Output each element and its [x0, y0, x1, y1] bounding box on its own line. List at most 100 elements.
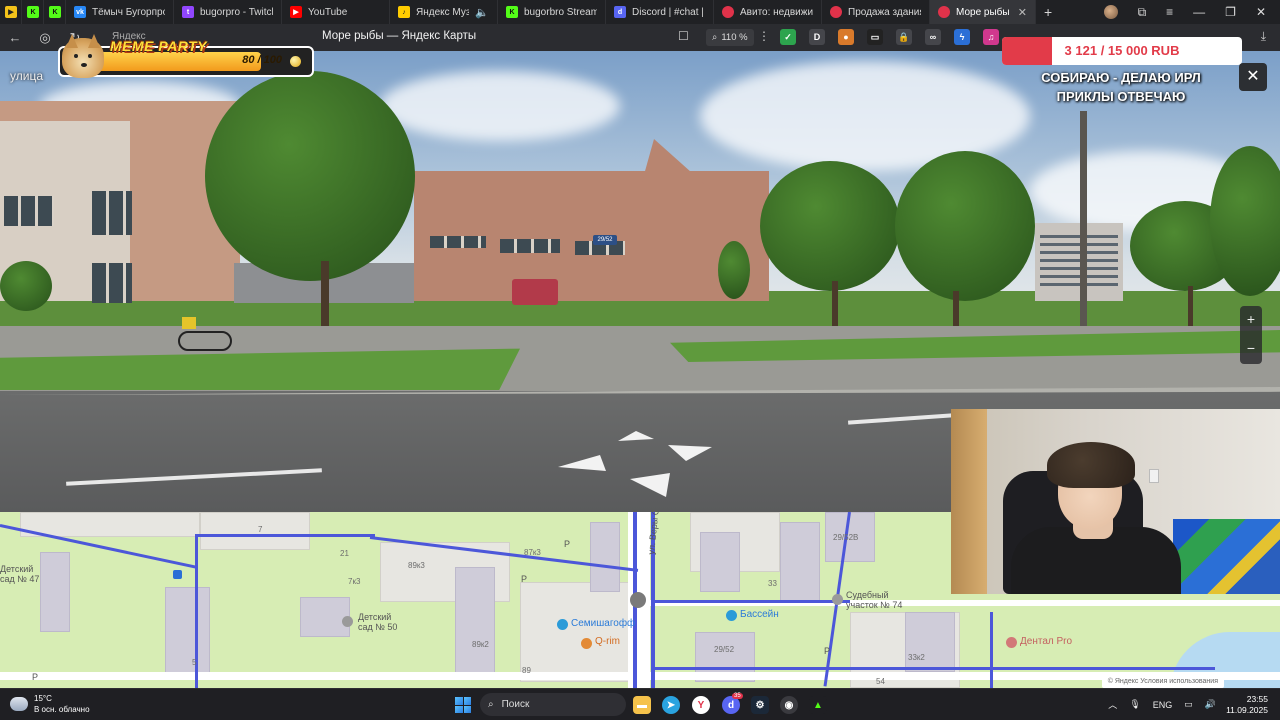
glasses-extension-icon[interactable]: ∞: [925, 29, 941, 45]
viewpoint-marker-icon[interactable]: [630, 592, 646, 608]
close-window-icon[interactable]: ✕: [1256, 5, 1266, 19]
kick-extension-icon[interactable]: ▭: [867, 29, 883, 45]
taskbar-search[interactable]: ⌕ Поиск: [480, 693, 626, 716]
court-pin-icon[interactable]: [832, 594, 843, 605]
weather-text: 15°C В осн. облачно: [34, 693, 90, 715]
house-number: 29/52: [714, 645, 735, 654]
music-extension-icon[interactable]: ♫: [983, 29, 999, 45]
tab-label: bugorpro - Twitch: [200, 6, 273, 18]
nav-arrow-right-icon[interactable]: [668, 445, 712, 461]
d-extension-icon[interactable]: D: [809, 29, 825, 45]
steam-icon[interactable]: ⚙: [751, 696, 769, 714]
tab-avito-2[interactable]: Продажа здания б: [822, 0, 930, 24]
house-number: 29/52В: [833, 533, 859, 542]
zoom-indicator[interactable]: ⌕ 110 %: [706, 29, 754, 46]
discord-icon: d: [614, 6, 626, 18]
tab-label: Авито: недвижимо: [740, 6, 813, 18]
parking-label: P: [521, 574, 528, 584]
shield-extension-icon[interactable]: ✓: [780, 29, 796, 45]
tab-kick-stream[interactable]: Kbugorbro Stream: [498, 0, 606, 24]
light-switch: [1149, 469, 1159, 483]
tab-yandex-music[interactable]: ♪ Яндекс Музыка 🔈: [390, 0, 498, 24]
tab-youtube[interactable]: ▶ YouTube: [282, 0, 390, 24]
house-number: 54: [876, 677, 885, 686]
tab-pinned-3[interactable]: K: [44, 0, 66, 24]
clock[interactable]: 23:55 11.09.2025: [1226, 694, 1268, 716]
new-tab-button[interactable]: +: [1036, 0, 1060, 24]
kindergarten-pin-icon[interactable]: [342, 616, 353, 627]
cookie-extension-icon[interactable]: ●: [838, 29, 854, 45]
more-options-icon[interactable]: ⋮: [758, 29, 770, 43]
map-building: [40, 552, 70, 632]
microphone-icon[interactable]: 🎙: [1129, 699, 1140, 710]
tab-avito-1[interactable]: Авито: недвижимо: [714, 0, 822, 24]
protect-icon[interactable]: ◎: [30, 30, 60, 46]
lock-extension-icon[interactable]: 🔒: [896, 29, 912, 45]
map-label: Детский сад № 47: [0, 564, 40, 584]
route-line: [655, 600, 850, 603]
close-tab-icon[interactable]: ✕: [1018, 6, 1027, 19]
tab-label: Продажа здания б: [848, 6, 921, 18]
map-block: [200, 512, 310, 550]
pool-pin-icon[interactable]: [726, 610, 737, 621]
nav-arrow-left-icon[interactable]: [558, 455, 606, 471]
file-explorer-icon[interactable]: ▬: [633, 696, 651, 714]
house-number: 87к3: [524, 548, 541, 557]
route-line: [990, 612, 993, 688]
start-button[interactable]: [455, 697, 471, 713]
nav-arrow-forward-icon[interactable]: [618, 431, 654, 441]
webcam-overlay: [951, 409, 1280, 594]
house-number: 5: [192, 658, 197, 667]
bookmark-icon[interactable]: ☐: [678, 29, 689, 43]
page-title[interactable]: Море рыбы — Яндекс Карты: [322, 30, 476, 42]
bookmarks-icon[interactable]: ⧉: [1138, 5, 1147, 20]
door: [951, 409, 987, 594]
tab-twitch[interactable]: t bugorpro - Twitch: [174, 0, 282, 24]
dental-pin-icon[interactable]: [1006, 637, 1017, 648]
tab-pinned-2[interactable]: K: [22, 0, 44, 24]
minimize-icon[interactable]: —: [1193, 5, 1205, 19]
map-road: [0, 672, 1280, 680]
parking-label: P: [32, 672, 39, 682]
window-controls: ⧉ ≡ — ❐ ✕: [1103, 5, 1280, 20]
network-icon[interactable]: ▭: [1184, 699, 1193, 710]
shop-pin-icon[interactable]: [557, 619, 568, 630]
cyclist: [178, 331, 232, 351]
zoom-out-button[interactable]: −: [1240, 335, 1262, 364]
kick-app-icon[interactable]: ▲: [809, 696, 827, 714]
yandex-browser-icon[interactable]: Y: [692, 696, 710, 714]
volume-icon[interactable]: 🔊: [1205, 699, 1216, 710]
nav-arrow-back-icon[interactable]: [630, 473, 670, 497]
navigation-arrows[interactable]: [550, 421, 720, 501]
clock-date: 11.09.2025: [1226, 705, 1268, 715]
maximize-icon[interactable]: ❐: [1225, 5, 1236, 19]
zoom-control: + −: [1240, 306, 1262, 364]
flash-extension-icon[interactable]: ϟ: [954, 29, 970, 45]
language-indicator[interactable]: ENG: [1153, 700, 1173, 710]
close-panorama-button[interactable]: ✕: [1239, 63, 1267, 91]
chevron-up-icon[interactable]: ︿: [1108, 698, 1117, 711]
tab-vk[interactable]: vk Тёмыч Бугорпро: [66, 0, 174, 24]
back-arrow-icon[interactable]: ←: [0, 30, 30, 45]
weather-widget[interactable]: 15°C В осн. облачно: [10, 693, 90, 715]
map-attribution[interactable]: © Яндекс Условия использования: [1101, 676, 1224, 688]
search-placeholder: Поиск: [501, 699, 530, 710]
bus-stop-icon[interactable]: [173, 570, 182, 579]
map-building: [165, 587, 210, 677]
donation-goal-bar: 3 121 / 15 000 RUB: [1002, 37, 1242, 65]
tab-yandex-maps[interactable]: Море рыбы — Я ✕: [930, 0, 1036, 24]
download-icon[interactable]: ⤓: [1261, 29, 1266, 44]
avito-icon: [830, 6, 842, 18]
telegram-icon[interactable]: ➤: [662, 696, 680, 714]
audio-icon[interactable]: 🔈: [475, 6, 489, 19]
obs-icon[interactable]: ◉: [780, 696, 798, 714]
windows: [1040, 231, 1118, 291]
bedspread: [1173, 519, 1280, 594]
profile-avatar[interactable]: [1103, 5, 1118, 19]
tab-pinned-1[interactable]: ▶: [0, 0, 22, 24]
zoom-in-button[interactable]: +: [1240, 306, 1262, 335]
cafe-pin-icon[interactable]: [581, 638, 592, 649]
menu-icon[interactable]: ≡: [1166, 5, 1173, 19]
tab-discord[interactable]: d Discord | #chat | Pa: [606, 0, 714, 24]
parked-van: [512, 279, 558, 305]
